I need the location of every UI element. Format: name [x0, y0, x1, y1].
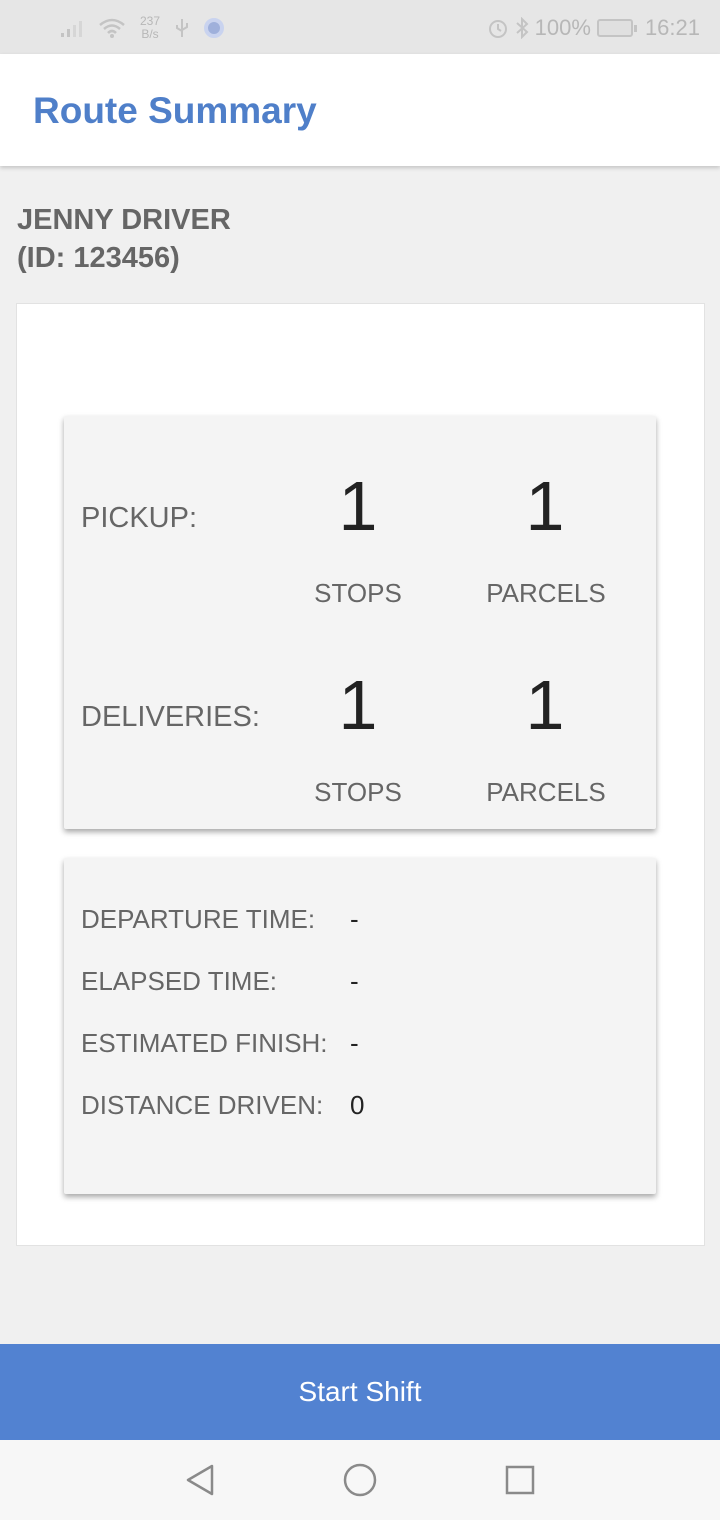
bluetooth-icon [515, 17, 529, 39]
elapsed-time-value: - [350, 966, 359, 996]
deliveries-stops-label: STOPS [314, 777, 402, 807]
counts-card: PICKUP: 1 1 STOPS PARCELS DELIVERIES: 1 … [64, 416, 656, 829]
deliveries-parcels-count: 1 [525, 666, 565, 744]
home-circle-icon[interactable] [342, 1462, 378, 1498]
driver-name: JENNY DRIVER [17, 204, 231, 236]
pickup-parcels-count: 1 [525, 467, 565, 545]
pickup-stops-label: STOPS [314, 578, 402, 608]
network-speed-unit: B/s [141, 27, 159, 41]
pickup-label: PICKUP: [81, 502, 198, 534]
distance-driven-value: 0 [350, 1090, 365, 1120]
times-card: DEPARTURE TIME: - ELAPSED TIME: - ESTIMA… [64, 858, 656, 1194]
elapsed-time-label: ELAPSED TIME: [81, 966, 278, 996]
alarm-icon [488, 20, 507, 38]
deliveries-parcels-label: PARCELS [486, 777, 606, 807]
clock: 16:21 [644, 15, 700, 40]
back-triangle-icon[interactable] [182, 1462, 218, 1498]
estimated-finish-label: ESTIMATED FINISH: [81, 1028, 328, 1058]
status-bar: 237 B/s 100% 16:21 [0, 0, 720, 54]
departure-time-label: DEPARTURE TIME: [81, 904, 316, 934]
status-bar-right: 100% 16:21 [487, 10, 700, 46]
deliveries-stops-count: 1 [338, 666, 378, 744]
notification-dot-icon [204, 18, 225, 38]
distance-driven-label: DISTANCE DRIVEN: [81, 1090, 324, 1120]
system-nav-bar [0, 1440, 720, 1520]
start-shift-button[interactable]: Start Shift [0, 1344, 720, 1440]
departure-time-value: - [350, 904, 359, 934]
estimated-finish-value: - [350, 1028, 359, 1058]
summary-panel: PICKUP: 1 1 STOPS PARCELS DELIVERIES: 1 … [16, 303, 705, 1246]
page-title: Route Summary [33, 90, 317, 131]
driver-id: (ID: 123456) [17, 242, 180, 274]
pickup-stops-count: 1 [338, 467, 378, 545]
deliveries-label: DELIVERIES: [81, 701, 260, 733]
status-bar-left: 237 B/s [60, 10, 225, 46]
usb-icon [176, 19, 189, 37]
battery-icon [596, 19, 637, 37]
battery-percent: 100% [534, 15, 591, 40]
app-bar: Route Summary [0, 54, 720, 166]
recents-square-icon[interactable] [502, 1462, 538, 1498]
wifi-icon [99, 18, 125, 38]
pickup-parcels-label: PARCELS [486, 578, 606, 608]
signal-icon [61, 21, 82, 37]
network-speed: 237 B/s [140, 15, 160, 41]
